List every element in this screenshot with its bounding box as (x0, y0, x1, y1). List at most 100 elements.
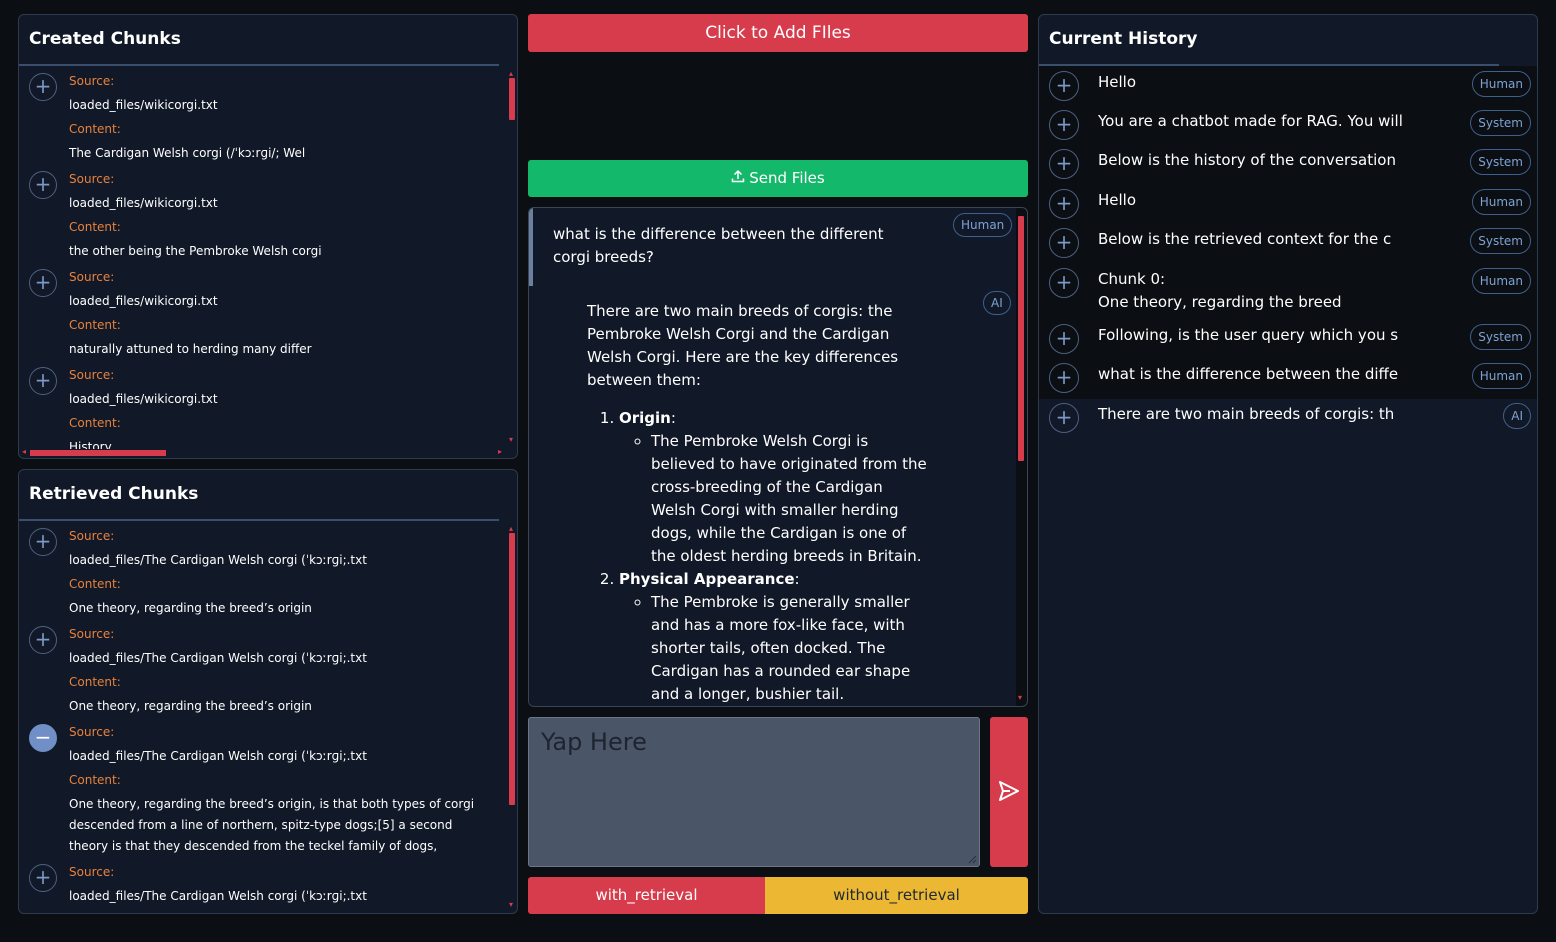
send-icon (998, 780, 1020, 806)
source-value: loaded_files/wikicorgi.txt (69, 196, 218, 210)
chat-scrollbar[interactable] (1017, 212, 1025, 702)
history-text: Below is the history of the conversation (1098, 151, 1396, 169)
plus-icon[interactable]: + (29, 171, 57, 199)
list-item: + Source: loaded_files/wikicorgi.txt Con… (19, 69, 507, 167)
point-bullet: The Pembroke Welsh Corgi is believed to … (651, 430, 932, 568)
content-value: the other being the Pembroke Welsh corgi (69, 244, 322, 258)
scrollbar-thumb[interactable] (509, 533, 515, 805)
ai-intro: There are two main breeds of corgis: the… (587, 302, 899, 389)
history-item[interactable]: + You are a chatbot made for RAG. You wi… (1039, 106, 1537, 145)
scroll-right-icon[interactable]: ▸ (498, 447, 502, 456)
plus-icon[interactable]: + (1049, 71, 1079, 101)
role-badge: System (1470, 110, 1531, 136)
ai-badge: AI (983, 291, 1011, 315)
content-value: History (69, 440, 112, 449)
plus-icon[interactable]: + (29, 73, 57, 101)
history-item[interactable]: + Hello Human (1039, 66, 1537, 106)
point-separator: : (670, 409, 676, 427)
history-item[interactable]: + what is the difference between the dif… (1039, 359, 1537, 399)
with-retrieval-button[interactable]: with_retrieval (528, 877, 765, 914)
role-badge: Human (1471, 189, 1531, 215)
with-retrieval-label: with_retrieval (595, 886, 698, 904)
history-item[interactable]: + Chunk 0: One theory, regarding the bre… (1039, 264, 1537, 320)
message-input-placeholder: Yap Here (541, 728, 647, 756)
plus-icon[interactable]: + (1049, 363, 1079, 393)
plus-icon[interactable]: + (29, 528, 57, 556)
vertical-scrollbar[interactable] (508, 525, 516, 910)
created-chunks-panel: Created Chunks + Source: loaded_files/wi… (18, 14, 518, 459)
history-text: Following, is the user query which you s (1098, 326, 1399, 344)
minus-icon[interactable]: − (29, 724, 57, 752)
role-badge: System (1470, 149, 1531, 175)
point-heading: Physical Appearance (619, 570, 795, 588)
send-files-label: Send Files (749, 169, 825, 187)
divider (19, 519, 499, 521)
plus-icon[interactable]: + (29, 626, 57, 654)
role-badge: System (1470, 324, 1531, 350)
source-value: loaded_files/The Cardigan Welsh corgi (ˈ… (69, 889, 367, 903)
role-badge: Human (1471, 363, 1531, 389)
send-files-button[interactable]: Send Files (528, 160, 1028, 197)
plus-icon[interactable]: + (29, 367, 57, 395)
history-text-line2: One theory, regarding the breed (1098, 293, 1342, 311)
scroll-left-icon[interactable]: ◂ (22, 447, 26, 456)
add-files-button[interactable]: Click to Add FIles (528, 14, 1028, 52)
list-item: + Source: loaded_files/wikicorgi.txt Con… (19, 167, 507, 265)
history-text: You are a chatbot made for RAG. You will (1098, 112, 1403, 130)
human-message: what is the difference between the diffe… (529, 208, 1016, 286)
content-value: One theory, regarding the breed’s origin (69, 601, 312, 615)
plus-icon[interactable]: + (29, 269, 57, 297)
resize-handle-icon[interactable] (967, 854, 977, 864)
scroll-down-icon[interactable]: ▾ (509, 900, 513, 909)
list-item: + Source: loaded_files/wikicorgi.txt Con… (19, 363, 507, 449)
vertical-scrollbar[interactable] (508, 70, 516, 445)
source-label: Source: (69, 74, 115, 88)
message-input[interactable]: Yap Here (528, 717, 980, 867)
history-title: Current History (1049, 29, 1198, 49)
scroll-down-icon[interactable]: ▾ (509, 435, 513, 444)
plus-icon[interactable]: + (1049, 403, 1079, 433)
history-item[interactable]: + There are two main breeds of corgis: t… (1039, 399, 1537, 438)
created-chunks-title: Created Chunks (29, 29, 181, 49)
plus-icon[interactable]: + (29, 864, 57, 892)
content-label: Content: (69, 773, 121, 787)
history-item[interactable]: + Below is the history of the conversati… (1039, 145, 1537, 185)
human-message-text: what is the difference between the diffe… (553, 225, 884, 266)
human-badge: Human (953, 213, 1013, 237)
send-message-button[interactable] (990, 717, 1028, 867)
plus-icon[interactable]: + (1049, 110, 1079, 140)
plus-icon[interactable]: + (1049, 228, 1079, 258)
source-value: loaded_files/wikicorgi.txt (69, 392, 218, 406)
history-item[interactable]: + Hello Human (1039, 185, 1537, 224)
point-heading: Origin (619, 409, 671, 427)
source-label: Source: (69, 172, 115, 186)
scroll-down-icon[interactable]: ▾ (1018, 693, 1022, 702)
source-label: Source: (69, 627, 115, 641)
ai-points-list: Origin: The Pembroke Welsh Corgi is beli… (587, 407, 932, 706)
list-item: + Source: loaded_files/The Cardigan Wels… (19, 524, 507, 622)
list-item-expanded: − Source: loaded_files/The Cardigan Wels… (19, 720, 507, 860)
history-text: Hello (1098, 73, 1137, 91)
scroll-up-icon[interactable]: ▴ (509, 524, 513, 533)
without-retrieval-button[interactable]: without_retrieval (765, 877, 1028, 914)
source-value: loaded_files/The Cardigan Welsh corgi (ˈ… (69, 553, 367, 567)
plus-icon[interactable]: + (1049, 324, 1079, 354)
source-label: Source: (69, 270, 115, 284)
scrollbar-thumb[interactable] (1018, 216, 1024, 461)
history-item[interactable]: + Below is the retrieved context for the… (1039, 224, 1537, 264)
plus-icon[interactable]: + (1049, 189, 1079, 219)
plus-icon[interactable]: + (1049, 149, 1079, 179)
scroll-up-icon[interactable]: ▴ (509, 69, 513, 78)
source-label: Source: (69, 368, 115, 382)
scrollbar-thumb[interactable] (509, 78, 515, 120)
horizontal-scrollbar-thumb[interactable] (30, 450, 166, 456)
role-badge: AI (1503, 403, 1531, 429)
source-label: Source: (69, 725, 115, 739)
source-value: loaded_files/The Cardigan Welsh corgi (ˈ… (69, 749, 367, 763)
list-item: + Source: loaded_files/The Cardigan Wels… (19, 622, 507, 720)
retrieved-chunks-panel: Retrieved Chunks + Source: loaded_files/… (18, 469, 518, 914)
history-item[interactable]: + Following, is the user query which you… (1039, 320, 1537, 359)
plus-icon[interactable]: + (1049, 268, 1079, 298)
history-text: what is the difference between the diffe (1098, 365, 1399, 383)
without-retrieval-label: without_retrieval (833, 886, 960, 904)
